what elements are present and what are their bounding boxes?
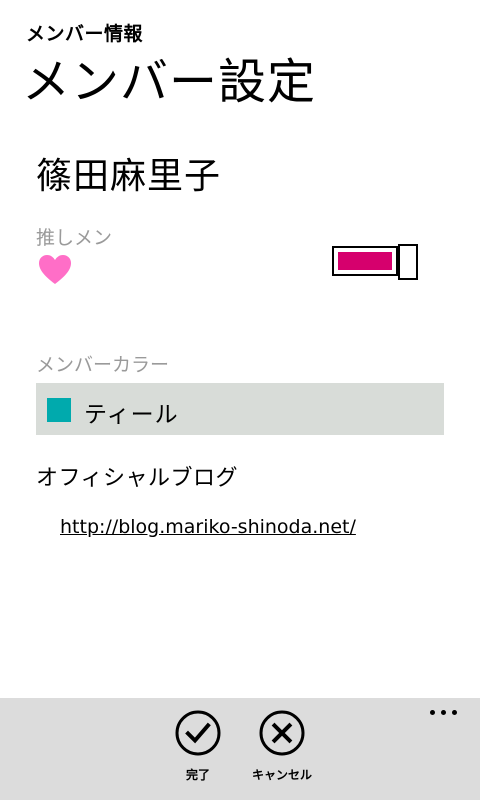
toggle-track: [332, 246, 398, 276]
cancel-label: キャンセル: [251, 768, 312, 782]
done-button[interactable]: 完了: [158, 710, 238, 790]
blog-label: オフィシャルブログ: [36, 466, 239, 491]
page-title: メンバー設定: [22, 54, 317, 110]
member-color-picker[interactable]: ティール: [36, 383, 444, 435]
color-swatch: [47, 398, 71, 422]
toggle-fill: [338, 252, 392, 270]
color-name: ティール: [84, 402, 179, 428]
close-icon: [259, 710, 305, 756]
check-icon: [175, 710, 221, 756]
heart-icon: [38, 254, 72, 286]
toggle-thumb[interactable]: [398, 244, 418, 280]
cancel-button[interactable]: キャンセル: [242, 710, 322, 790]
done-label: 完了: [185, 768, 210, 782]
blog-link[interactable]: http://blog.mariko-shinoda.net/: [60, 516, 356, 538]
member-color-label: メンバーカラー: [36, 354, 170, 376]
member-name: 篠田麻里子: [36, 156, 222, 197]
oshimen-label: 推しメン: [36, 227, 113, 249]
oshimen-toggle[interactable]: [332, 244, 422, 282]
app-bar: 完了 キャンセル: [0, 698, 480, 800]
ellipsis-icon[interactable]: [428, 706, 460, 720]
